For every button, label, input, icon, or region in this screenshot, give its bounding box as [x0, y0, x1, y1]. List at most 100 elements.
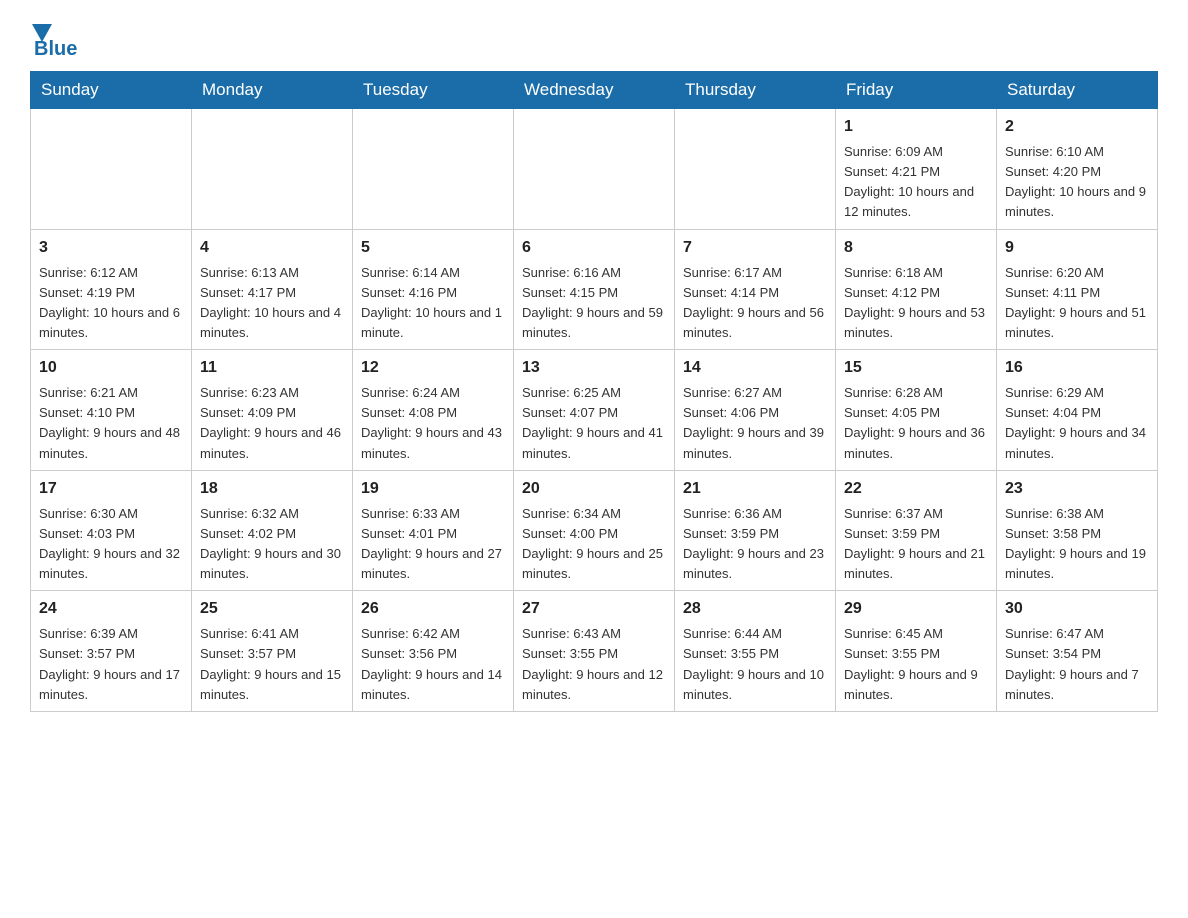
day-info: Sunrise: 6:18 AM Sunset: 4:12 PM Dayligh…: [844, 263, 988, 344]
day-info: Sunrise: 6:17 AM Sunset: 4:14 PM Dayligh…: [683, 263, 827, 344]
calendar-cell: 14Sunrise: 6:27 AM Sunset: 4:06 PM Dayli…: [675, 350, 836, 471]
page-header: Blue: [30, 20, 1158, 61]
calendar-cell: 23 Sunrise: 6:38 AM Sunset: 3:58 PM Dayli…: [997, 470, 1158, 591]
day-number: 3: [39, 236, 183, 260]
weekday-header-thursday: Thursday: [675, 72, 836, 109]
day-info: Sunrise: 6:43 AM Sunset: 3:55 PM Dayligh…: [522, 624, 666, 705]
day-number: 24: [39, 597, 183, 621]
calendar-cell: 1 Sunrise: 6:09 AM Sunset: 4:21 PM Daylig…: [836, 109, 997, 230]
calendar-cell: 30 Sunrise: 6:47 AM Sunset: 3:54 PM Dayli…: [997, 591, 1158, 712]
day-info: Sunrise: 6:14 AM Sunset: 4:16 PM Dayligh…: [361, 263, 505, 344]
calendar-cell: [31, 109, 192, 230]
calendar-cell: 8 Sunrise: 6:18 AM Sunset: 4:12 PM Daylig…: [836, 229, 997, 350]
day-number: 4: [200, 236, 344, 260]
weekday-header-monday: Monday: [192, 72, 353, 109]
weekday-header-friday: Friday: [836, 72, 997, 109]
day-info: Sunrise: 6:21 AM Sunset: 4:10 PM Dayligh…: [39, 383, 183, 464]
calendar-cell: 27 Sunrise: 6:43 AM Sunset: 3:55 PM Dayli…: [514, 591, 675, 712]
weekday-header-tuesday: Tuesday: [353, 72, 514, 109]
calendar-cell: 20Sunrise: 6:34 AM Sunset: 4:00 PM Dayli…: [514, 470, 675, 591]
calendar-cell: 13 Sunrise: 6:25 AM Sunset: 4:07 PM Dayli…: [514, 350, 675, 471]
weekday-header-row: SundayMondayTuesdayWednesdayThursdayFrid…: [31, 72, 1158, 109]
calendar-cell: [675, 109, 836, 230]
day-info: Sunrise: 6:42 AM Sunset: 3:56 PM Dayligh…: [361, 624, 505, 705]
day-number: 12: [361, 356, 505, 380]
calendar-cell: 25 Sunrise: 6:41 AM Sunset: 3:57 PM Dayli…: [192, 591, 353, 712]
calendar-cell: 10 Sunrise: 6:21 AM Sunset: 4:10 PM Dayli…: [31, 350, 192, 471]
day-info: Sunrise: 6:24 AM Sunset: 4:08 PM Dayligh…: [361, 383, 505, 464]
day-info: Sunrise: 6:39 AM Sunset: 3:57 PM Dayligh…: [39, 624, 183, 705]
day-number: 16: [1005, 356, 1149, 380]
calendar-cell: 19 Sunrise: 6:33 AM Sunset: 4:01 PM Dayli…: [353, 470, 514, 591]
day-number: 1: [844, 115, 988, 139]
day-info: Sunrise: 6:36 AM Sunset: 3:59 PM Dayligh…: [683, 504, 827, 585]
calendar-cell: 7 Sunrise: 6:17 AM Sunset: 4:14 PM Daylig…: [675, 229, 836, 350]
calendar-week-row: 3 Sunrise: 6:12 AM Sunset: 4:19 PM Daylig…: [31, 229, 1158, 350]
calendar-cell: 12 Sunrise: 6:24 AM Sunset: 4:08 PM Dayli…: [353, 350, 514, 471]
day-info: Sunrise: 6:20 AM Sunset: 4:11 PM Dayligh…: [1005, 263, 1149, 344]
day-number: 20: [522, 477, 666, 501]
calendar-cell: 15 Sunrise: 6:28 AM Sunset: 4:05 PM Dayli…: [836, 350, 997, 471]
calendar-cell: [514, 109, 675, 230]
calendar-cell: 28Sunrise: 6:44 AM Sunset: 3:55 PM Dayli…: [675, 591, 836, 712]
day-number: 25: [200, 597, 344, 621]
weekday-header-saturday: Saturday: [997, 72, 1158, 109]
calendar-cell: 3 Sunrise: 6:12 AM Sunset: 4:19 PM Daylig…: [31, 229, 192, 350]
calendar-cell: 2 Sunrise: 6:10 AM Sunset: 4:20 PM Daylig…: [997, 109, 1158, 230]
day-number: 10: [39, 356, 183, 380]
calendar-week-row: 17Sunrise: 6:30 AM Sunset: 4:03 PM Dayli…: [31, 470, 1158, 591]
day-number: 30: [1005, 597, 1149, 621]
calendar-cell: [192, 109, 353, 230]
day-number: 6: [522, 236, 666, 260]
calendar-week-row: 1 Sunrise: 6:09 AM Sunset: 4:21 PM Daylig…: [31, 109, 1158, 230]
calendar-cell: 24 Sunrise: 6:39 AM Sunset: 3:57 PM Dayli…: [31, 591, 192, 712]
day-number: 22: [844, 477, 988, 501]
day-info: Sunrise: 6:29 AM Sunset: 4:04 PM Dayligh…: [1005, 383, 1149, 464]
day-number: 19: [361, 477, 505, 501]
weekday-header-wednesday: Wednesday: [514, 72, 675, 109]
day-number: 27: [522, 597, 666, 621]
day-info: Sunrise: 6:45 AM Sunset: 3:55 PM Dayligh…: [844, 624, 988, 705]
logo: Blue: [30, 20, 77, 61]
day-info: Sunrise: 6:32 AM Sunset: 4:02 PM Dayligh…: [200, 504, 344, 585]
calendar-cell: 16 Sunrise: 6:29 AM Sunset: 4:04 PM Dayli…: [997, 350, 1158, 471]
day-info: Sunrise: 6:16 AM Sunset: 4:15 PM Dayligh…: [522, 263, 666, 344]
day-info: Sunrise: 6:23 AM Sunset: 4:09 PM Dayligh…: [200, 383, 344, 464]
day-number: 15: [844, 356, 988, 380]
day-number: 29: [844, 597, 988, 621]
day-info: Sunrise: 6:10 AM Sunset: 4:20 PM Dayligh…: [1005, 142, 1149, 223]
day-info: Sunrise: 6:30 AM Sunset: 4:03 PM Dayligh…: [39, 504, 183, 585]
day-info: Sunrise: 6:41 AM Sunset: 3:57 PM Dayligh…: [200, 624, 344, 705]
day-number: 13: [522, 356, 666, 380]
day-info: Sunrise: 6:09 AM Sunset: 4:21 PM Dayligh…: [844, 142, 988, 223]
day-info: Sunrise: 6:27 AM Sunset: 4:06 PM Dayligh…: [683, 383, 827, 464]
calendar-cell: 4Sunrise: 6:13 AM Sunset: 4:17 PM Daylig…: [192, 229, 353, 350]
day-number: 8: [844, 236, 988, 260]
day-number: 21: [683, 477, 827, 501]
day-number: 18: [200, 477, 344, 501]
day-info: Sunrise: 6:44 AM Sunset: 3:55 PM Dayligh…: [683, 624, 827, 705]
weekday-header-sunday: Sunday: [31, 72, 192, 109]
day-number: 23: [1005, 477, 1149, 501]
day-info: Sunrise: 6:38 AM Sunset: 3:58 PM Dayligh…: [1005, 504, 1149, 585]
calendar-cell: 5Sunrise: 6:14 AM Sunset: 4:16 PM Daylig…: [353, 229, 514, 350]
day-number: 2: [1005, 115, 1149, 139]
calendar-cell: 22 Sunrise: 6:37 AM Sunset: 3:59 PM Dayli…: [836, 470, 997, 591]
calendar-cell: 17Sunrise: 6:30 AM Sunset: 4:03 PM Dayli…: [31, 470, 192, 591]
day-info: Sunrise: 6:37 AM Sunset: 3:59 PM Dayligh…: [844, 504, 988, 585]
day-info: Sunrise: 6:33 AM Sunset: 4:01 PM Dayligh…: [361, 504, 505, 585]
calendar-cell: 29 Sunrise: 6:45 AM Sunset: 3:55 PM Dayli…: [836, 591, 997, 712]
day-info: Sunrise: 6:28 AM Sunset: 4:05 PM Dayligh…: [844, 383, 988, 464]
day-info: Sunrise: 6:12 AM Sunset: 4:19 PM Dayligh…: [39, 263, 183, 344]
calendar-week-row: 24 Sunrise: 6:39 AM Sunset: 3:57 PM Dayli…: [31, 591, 1158, 712]
day-info: Sunrise: 6:47 AM Sunset: 3:54 PM Dayligh…: [1005, 624, 1149, 705]
calendar-cell: 26 Sunrise: 6:42 AM Sunset: 3:56 PM Dayli…: [353, 591, 514, 712]
day-info: Sunrise: 6:25 AM Sunset: 4:07 PM Dayligh…: [522, 383, 666, 464]
calendar-cell: [353, 109, 514, 230]
calendar-cell: 11Sunrise: 6:23 AM Sunset: 4:09 PM Dayli…: [192, 350, 353, 471]
day-number: 7: [683, 236, 827, 260]
logo-subtitle: Blue: [34, 38, 77, 61]
calendar-cell: 18 Sunrise: 6:32 AM Sunset: 4:02 PM Dayli…: [192, 470, 353, 591]
day-number: 26: [361, 597, 505, 621]
calendar-cell: 9Sunrise: 6:20 AM Sunset: 4:11 PM Daylig…: [997, 229, 1158, 350]
